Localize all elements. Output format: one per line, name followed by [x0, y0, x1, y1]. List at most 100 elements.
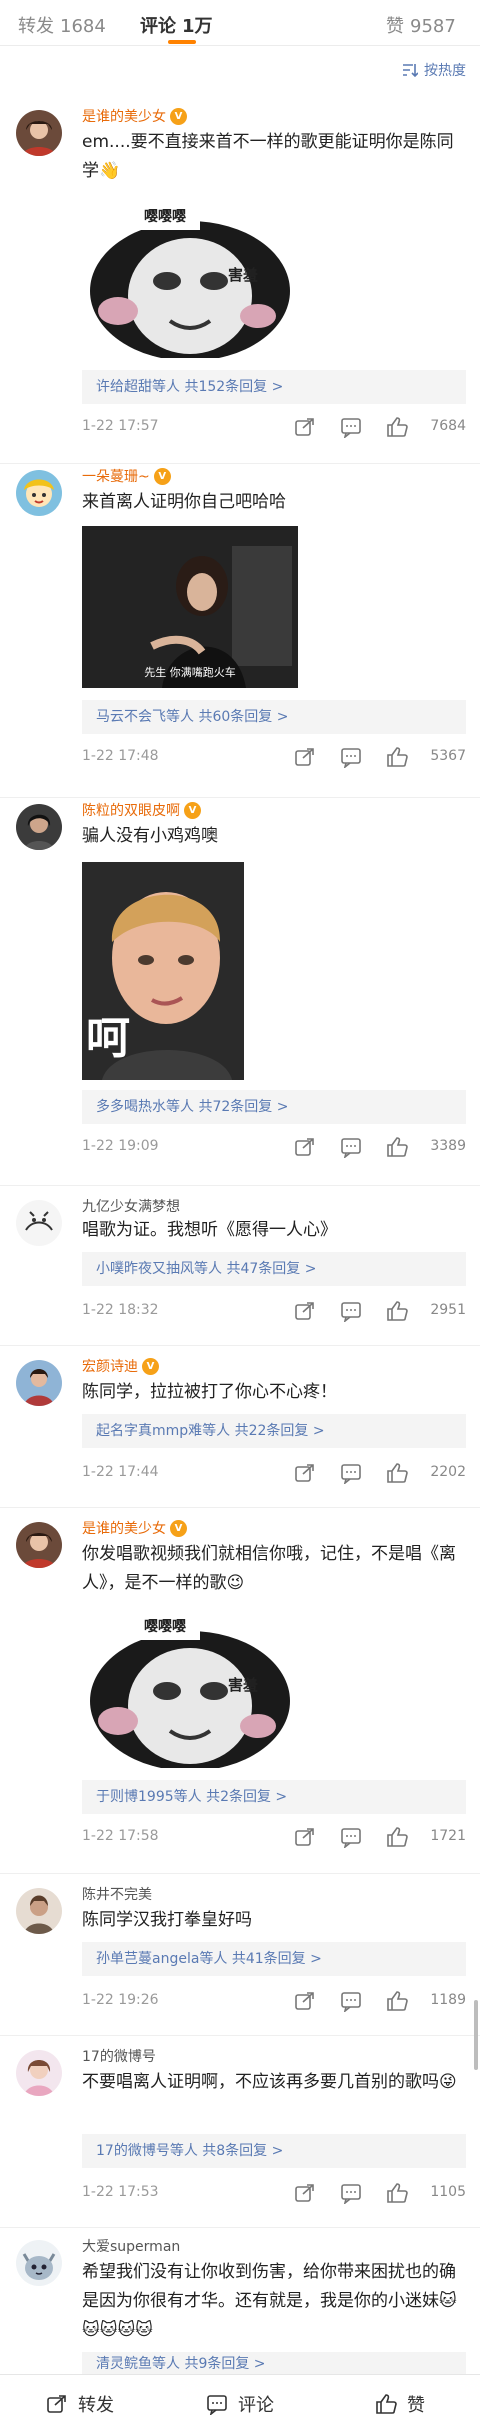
like-button[interactable]: 赞 [320, 2375, 480, 2432]
sort-by-hot-button[interactable]: 按热度 [402, 60, 466, 80]
avatar[interactable] [16, 1200, 62, 1246]
reply-icon[interactable] [340, 1826, 362, 1848]
replies-link[interactable]: 小噗昨夜又抽风等人 共47条回复 > [82, 1252, 466, 1286]
like-icon[interactable] [386, 1990, 408, 2012]
scrollbar-thumb[interactable] [474, 2000, 478, 2070]
replies-link[interactable]: 17的微博号等人 共8条回复 > [82, 2134, 466, 2168]
like-icon[interactable] [386, 1300, 408, 1322]
comment-meta: 1-22 19:26 1189 [82, 1990, 466, 2014]
username[interactable]: 陈井不完美 [82, 1884, 152, 1904]
username-text: 是谁的美少女 [82, 1521, 166, 1537]
repost-icon[interactable] [294, 416, 316, 438]
repost-icon[interactable] [294, 1990, 316, 2012]
reply-icon[interactable] [340, 1136, 362, 1158]
reply-icon[interactable] [340, 2182, 362, 2204]
replies-link[interactable]: 清灵鲩鱼等人 共9条回复 > [82, 2352, 466, 2374]
repost-icon[interactable] [294, 1136, 316, 1158]
replies-link[interactable]: 许给超甜等人 共152条回复 > [82, 370, 466, 404]
repost-icon[interactable] [294, 1462, 316, 1484]
like-count: 2202 [430, 1464, 466, 1480]
comment-time: 1-22 17:58 [82, 1828, 159, 1844]
repost-icon[interactable] [294, 1300, 316, 1322]
comment-time: 1-22 17:53 [82, 2184, 159, 2200]
username[interactable]: 大爱superman [82, 2236, 180, 2256]
username-text: 一朵蔓珊~ [82, 469, 150, 485]
comment-meta: 1-22 17:48 5367 [82, 746, 466, 770]
tab-reposts[interactable]: 转发 1684 [18, 12, 106, 38]
avatar[interactable] [16, 110, 62, 156]
comment-icon [207, 2394, 227, 2415]
vip-badge-icon: V [142, 1357, 159, 1375]
username[interactable]: 是谁的美少女 V [82, 1518, 187, 1538]
username-text: 大爱superman [82, 2239, 181, 2255]
comment-time: 1-22 17:48 [82, 748, 159, 764]
tab-likes[interactable]: 赞 9587 [386, 12, 456, 38]
comment-item: 17的微博号 不要唱离人证明啊，不应该再多要几首别的歌吗😜 17的微博号等人 共… [0, 2036, 480, 2228]
avatar[interactable] [16, 2050, 62, 2096]
comment-time: 1-22 17:44 [82, 1464, 159, 1480]
comment-item: 陈井不完美 陈同学汉我打拳皇好吗 孙单芑蔓angela等人 共41条回复 > 1… [0, 1874, 480, 2036]
sort-icon [403, 64, 418, 77]
username[interactable]: 陈粒的双眼皮啊 V [82, 800, 201, 820]
like-count: 2951 [430, 1302, 466, 1318]
comment-time: 1-22 19:26 [82, 1992, 159, 2008]
like-icon[interactable] [386, 746, 408, 768]
avatar[interactable] [16, 804, 62, 850]
comment-meta: 1-22 18:32 2951 [82, 1300, 466, 1324]
comment-meta: 1-22 17:53 1105 [82, 2182, 466, 2206]
like-count: 1189 [430, 1992, 466, 2008]
bottom-action-bar: 转发 评论 赞 [0, 2374, 480, 2432]
like-icon[interactable] [386, 1826, 408, 1848]
sticker-image[interactable]: 嘤嘤嘤 害羞 [82, 1606, 298, 1768]
active-tab-indicator [168, 40, 196, 44]
username[interactable]: 九亿少女满梦想 [82, 1196, 180, 1216]
reply-icon[interactable] [340, 746, 362, 768]
repost-icon[interactable] [294, 2182, 316, 2204]
avatar[interactable] [16, 470, 62, 516]
tab-reposts-label: 转发 [18, 16, 54, 37]
reply-icon[interactable] [340, 1462, 362, 1484]
replies-link[interactable]: 起名字真mmp难等人 共22条回复 > [82, 1414, 466, 1448]
avatar[interactable] [16, 1522, 62, 1568]
tab-comments[interactable]: 评论 1万 [140, 12, 213, 38]
avatar[interactable] [16, 1360, 62, 1406]
gif-image[interactable]: 先生 你满嘴跑火车 [82, 526, 298, 688]
sticker-image[interactable]: 呵 [82, 862, 244, 1080]
repost-icon[interactable] [294, 746, 316, 768]
username[interactable]: 一朵蔓珊~ V [82, 466, 171, 486]
username[interactable]: 是谁的美少女 V [82, 106, 187, 126]
username[interactable]: 17的微博号 [82, 2046, 156, 2066]
replies-link[interactable]: 多多喝热水等人 共72条回复 > [82, 1090, 466, 1124]
like-count: 3389 [430, 1138, 466, 1154]
vip-badge-icon: V [170, 1519, 187, 1537]
reply-icon[interactable] [340, 1990, 362, 2012]
username[interactable]: 宏颜诗迪 V [82, 1356, 159, 1376]
comment-button[interactable]: 评论 [160, 2375, 320, 2432]
comment-text: 不要唱离人证明啊，不应该再多要几首别的歌吗😜 [82, 2072, 457, 2092]
like-icon [376, 2393, 397, 2414]
tab-likes-label: 赞 [386, 16, 404, 37]
like-icon[interactable] [386, 1136, 408, 1158]
comment-item: 宏颜诗迪 V 陈同学，拉拉被打了你心不心疼！ 起名字真mmp难等人 共22条回复… [0, 1346, 480, 1508]
sticker-image[interactable]: 嘤嘤嘤 害羞 [82, 196, 298, 358]
vip-badge-icon: V [153, 467, 171, 485]
reply-icon[interactable] [340, 416, 362, 438]
comment-meta: 1-22 17:44 2202 [82, 1462, 466, 1486]
comment-text: 骗人没有小鸡鸡噢 [82, 826, 218, 846]
repost-icon[interactable] [294, 1826, 316, 1848]
like-icon[interactable] [386, 1462, 408, 1484]
reply-icon[interactable] [340, 1300, 362, 1322]
like-icon[interactable] [386, 416, 408, 438]
replies-link[interactable]: 于则博1995等人 共2条回复 > [82, 1780, 466, 1814]
comment-item: 是谁的美少女 V 你发唱歌视频我们就相信你哦，记住，不是唱《离人》，是不一样的歌… [0, 1508, 480, 1874]
comment-item: 大爱superman 希望我们没有让你收到伤害，给你带来困扰也的确是因为你很有才… [0, 2228, 480, 2374]
comment-meta: 1-22 17:58 1721 [82, 1826, 466, 1850]
repost-button[interactable]: 转发 [0, 2375, 160, 2432]
replies-link[interactable]: 孙单芑蔓angela等人 共41条回复 > [82, 1942, 466, 1976]
avatar[interactable] [16, 1888, 62, 1934]
avatar[interactable] [16, 2240, 62, 2286]
replies-link[interactable]: 马云不会飞等人 共60条回复 > [82, 700, 466, 734]
comment-time: 1-22 17:57 [82, 418, 159, 434]
tab-comments-label: 评论 [140, 16, 176, 37]
like-icon[interactable] [386, 2182, 408, 2204]
